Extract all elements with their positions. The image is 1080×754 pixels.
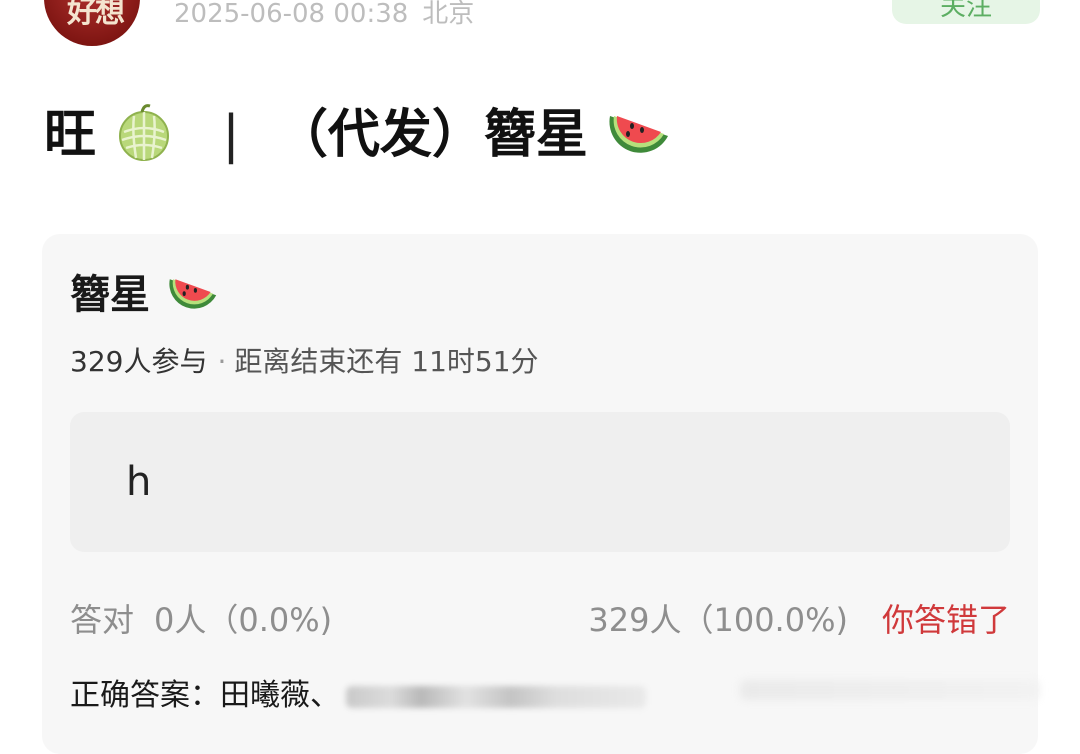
quiz-meta: 329人参与 · 距离结束还有 11时51分	[70, 342, 539, 382]
correct-stat-value: 0人（0.0%)	[154, 601, 333, 639]
post-timestamp: 2025-06-08 00:38	[174, 0, 409, 29]
quiz-title-text: 簪星	[70, 272, 150, 318]
correct-label: 答对	[70, 601, 135, 639]
avatar[interactable]: 好想	[44, 0, 140, 46]
correct-answer-label: 正确答案：田曦薇、	[70, 678, 340, 713]
follow-button-label: 关注	[939, 0, 992, 22]
blurred-overlay	[740, 680, 1040, 700]
quiz-card[interactable]: 簪星 329人参与 · 距离结束还有 11时51分 h 答对 0人（0.0%) 329…	[42, 234, 1038, 754]
post-title-prefix: 旺	[44, 105, 97, 165]
countdown-text: 距离结束还有 11时51分	[234, 345, 539, 378]
watermelon-emoji-icon	[169, 279, 217, 309]
post-title: 旺 | （代发）簪星	[44, 102, 672, 167]
post-meta: 2025-06-08 00:38 北京	[174, 0, 474, 32]
melon-emoji-icon	[119, 104, 170, 161]
watermelon-emoji-icon	[609, 116, 668, 153]
follow-button[interactable]: 关注	[892, 0, 1040, 24]
result-text: 你答错了	[881, 601, 1010, 639]
avatar-text: 好想	[67, 0, 125, 30]
answer-stats: 329人（100.0%) 你答错了	[588, 598, 1010, 642]
post-location: 北京	[422, 0, 475, 29]
blurred-text	[346, 685, 646, 708]
quiz-title: 簪星	[70, 268, 220, 320]
correct-stats: 答对 0人（0.0%)	[70, 598, 332, 642]
answer-stat-value: 329人（100.0%)	[588, 601, 848, 639]
meta-dot: ·	[217, 345, 227, 378]
post-title-main: （代发）簪星	[275, 105, 588, 165]
correct-answer: 正确答案：田曦薇、	[70, 674, 646, 718]
answer-option-text: h	[126, 459, 152, 505]
participant-count: 329人参与	[70, 345, 208, 378]
title-separator: |	[222, 105, 240, 165]
answer-option[interactable]: h	[70, 412, 1010, 552]
